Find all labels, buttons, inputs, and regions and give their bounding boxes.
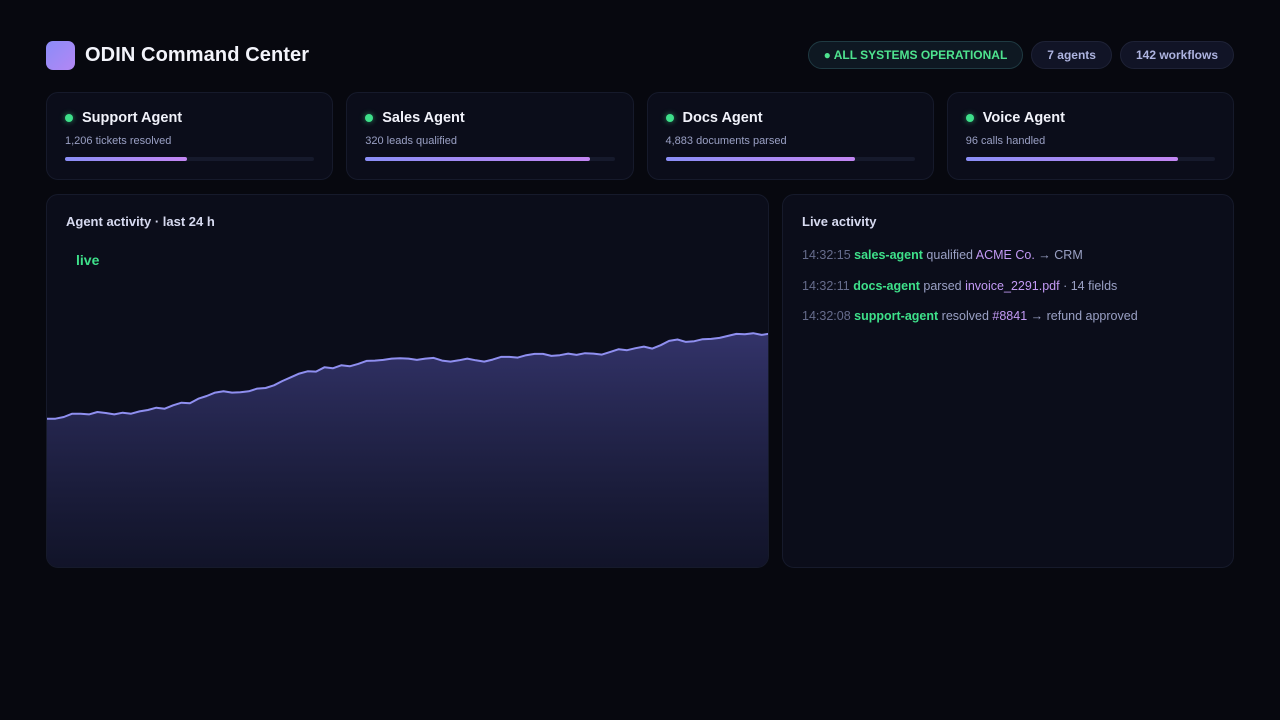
agent-card-support[interactable]: Support Agent 1,206 tickets resolved xyxy=(46,92,334,180)
agent-progress-bar xyxy=(65,157,188,161)
feed-agent[interactable]: sales-agent xyxy=(854,248,923,262)
online-status-icon xyxy=(965,114,974,122)
feed-timestamp: 14:32:08 xyxy=(802,309,851,323)
agent-progress-track xyxy=(965,157,1215,161)
agent-card-docs[interactable]: Docs Agent 4,883 documents parsed xyxy=(646,92,934,180)
agent-name: Voice Agent xyxy=(982,110,1065,126)
command-center-dashboard: ODIN Command Center ● ALL SYSTEMS OPERAT… xyxy=(0,0,1280,720)
feed-result: → refund approved xyxy=(1027,309,1138,323)
agents-count-badge[interactable]: 7 agents xyxy=(1031,41,1112,69)
agent-stat: 1,206 tickets resolved xyxy=(65,135,172,147)
agent-stat: 96 calls handled xyxy=(965,135,1046,147)
live-activity-panel: Live activity 14:32:15 sales-agent quali… xyxy=(782,194,1234,568)
app-title: ODIN Command Center xyxy=(85,43,310,66)
feed-row[interactable]: 14:32:11 docs-agent parsed invoice_2291.… xyxy=(802,279,1222,294)
agent-card-header: Docs Agent xyxy=(665,110,915,126)
feed-subject[interactable]: invoice_2291.pdf xyxy=(965,279,1060,293)
agent-name: Sales Agent xyxy=(382,110,465,126)
feed-subject[interactable]: ACME Co. xyxy=(976,248,1035,262)
agent-progress-track xyxy=(665,157,915,161)
agent-name: Support Agent xyxy=(82,110,183,126)
activity-chart xyxy=(47,332,768,567)
agent-progress-track xyxy=(65,157,315,161)
workflows-count-badge[interactable]: 142 workflows xyxy=(1119,41,1234,69)
header-pills: ● ALL SYSTEMS OPERATIONAL 7 agents 142 w… xyxy=(807,41,1234,69)
feed-action: parsed xyxy=(919,278,966,293)
feed-result: · 14 fields xyxy=(1059,278,1118,293)
feed-timestamp: 14:32:15 xyxy=(802,248,851,262)
agent-card-header: Support Agent xyxy=(65,110,314,126)
online-status-icon xyxy=(665,114,674,122)
brand: ODIN Command Center xyxy=(46,40,310,70)
feed-subject[interactable]: #8841 xyxy=(992,309,1027,323)
activity-chart-panel: Agent activity · last 24 h live xyxy=(46,194,769,568)
activity-feed: 14:32:15 sales-agent qualified ACME Co. … xyxy=(802,248,1222,340)
agent-card-header: Voice Agent xyxy=(965,110,1215,126)
app-logo-icon xyxy=(46,40,75,70)
agent-progress-bar xyxy=(365,157,590,161)
feed-row[interactable]: 14:32:08 support-agent resolved #8841 → … xyxy=(802,309,1222,324)
header: ODIN Command Center ● ALL SYSTEMS OPERAT… xyxy=(46,40,1234,70)
agent-card-sales[interactable]: Sales Agent 320 leads qualified xyxy=(346,92,634,180)
feed-action: qualified xyxy=(922,248,976,262)
feed-agent[interactable]: support-agent xyxy=(854,309,938,323)
agent-card-voice[interactable]: Voice Agent 96 calls handled xyxy=(946,92,1234,180)
agent-stat: 4,883 documents parsed xyxy=(665,135,787,147)
agent-card-header: Sales Agent xyxy=(365,110,614,126)
system-status-badge: ● ALL SYSTEMS OPERATIONAL xyxy=(807,41,1024,69)
feed-row[interactable]: 14:32:15 sales-agent qualified ACME Co. … xyxy=(802,248,1222,263)
online-status-icon xyxy=(365,114,374,122)
agent-cards: Support Agent 1,206 tickets resolved Sal… xyxy=(46,92,1234,180)
feed-result: → CRM xyxy=(1034,248,1083,262)
chart-title: Agent activity · last 24 h xyxy=(66,214,215,229)
activity-area xyxy=(47,333,768,567)
agent-progress-track xyxy=(365,157,615,161)
agent-progress-bar xyxy=(965,157,1178,161)
online-status-icon xyxy=(65,114,73,122)
feed-action: resolved xyxy=(938,309,993,323)
feed-agent[interactable]: docs-agent xyxy=(853,279,920,293)
feed-timestamp: 14:32:11 xyxy=(802,278,850,293)
agent-stat: 320 leads qualified xyxy=(365,135,457,147)
feed-title: Live activity xyxy=(802,214,877,229)
agent-name: Docs Agent xyxy=(682,110,763,126)
agent-progress-bar xyxy=(665,157,855,161)
live-indicator: live xyxy=(76,252,100,268)
